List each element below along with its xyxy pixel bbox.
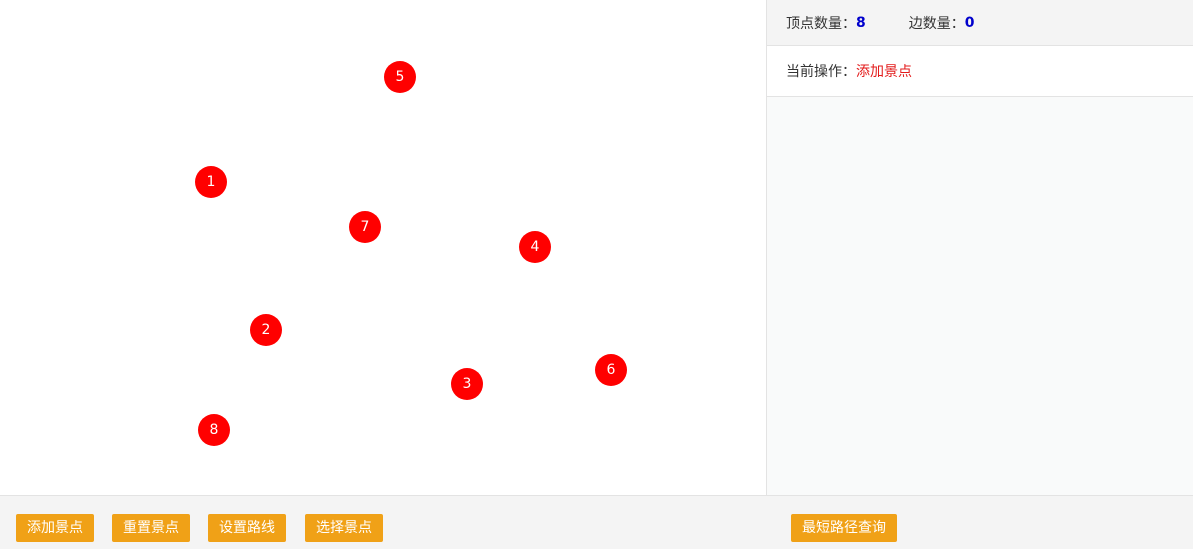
- reset-spot-button[interactable]: 重置景点: [112, 514, 190, 542]
- current-op-value: 添加景点: [856, 64, 912, 80]
- set-route-button[interactable]: 设置路线: [208, 514, 286, 542]
- edge-count-label: 边数量：: [908, 15, 965, 32]
- edge-count-value: 0: [964, 14, 975, 31]
- bottom-toolbar: 添加景点 重置景点 设置路线 选择景点 最短路径查询: [0, 495, 1193, 549]
- current-op-label: 当前操作：: [786, 64, 856, 80]
- node-1[interactable]: 1: [195, 166, 227, 198]
- app-window: 5 1 7 4 2 3 6 8 顶点数量： 8 边数量： 0 当前操作： 添加景点 添…: [0, 0, 1193, 549]
- select-spot-button[interactable]: 选择景点: [305, 514, 383, 542]
- shortest-path-button[interactable]: 最短路径查询: [791, 514, 897, 542]
- add-spot-button[interactable]: 添加景点: [16, 514, 94, 542]
- info-panel: 顶点数量： 8 边数量： 0 当前操作： 添加景点: [767, 0, 1193, 495]
- node-3[interactable]: 3: [451, 368, 483, 400]
- edge-count: 边数量： 0: [909, 13, 975, 33]
- vertex-count: 顶点数量： 8: [786, 13, 866, 33]
- node-6[interactable]: 6: [595, 354, 627, 386]
- graph-canvas[interactable]: 5 1 7 4 2 3 6 8: [0, 0, 766, 495]
- node-2[interactable]: 2: [250, 314, 282, 346]
- node-7[interactable]: 7: [349, 211, 381, 243]
- vertex-count-value: 8: [856, 14, 866, 31]
- node-8[interactable]: 8: [198, 414, 230, 446]
- node-4[interactable]: 4: [519, 231, 551, 263]
- vertex-count-label: 顶点数量：: [786, 15, 856, 32]
- current-operation: 当前操作： 添加景点: [767, 46, 1193, 97]
- stats-bar: 顶点数量： 8 边数量： 0: [767, 0, 1193, 46]
- node-5[interactable]: 5: [384, 61, 416, 93]
